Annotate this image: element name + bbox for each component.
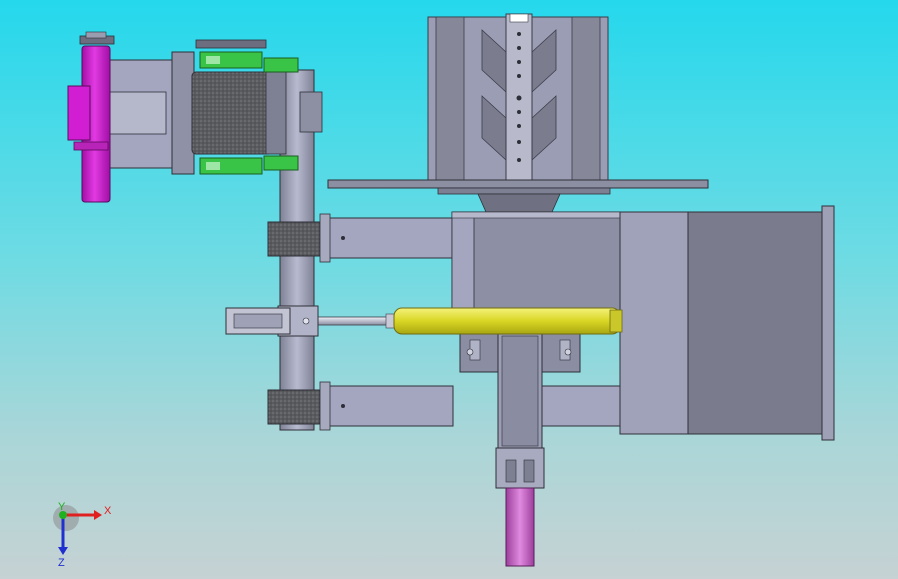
frame-box-front [619, 211, 691, 435]
bottom-clamp-highlight [206, 162, 220, 170]
roller-drive-assembly[interactable] [79, 31, 299, 175]
lower-roller [267, 389, 321, 425]
gripper-right-plate [571, 16, 601, 188]
post-clamp-slot-left [505, 459, 517, 483]
cylinder-end-cap [609, 309, 623, 333]
lower-arm-bolt [341, 404, 345, 408]
post-clamp [495, 447, 545, 489]
z-axis-label: Z [58, 557, 65, 569]
lower-arm-right [539, 385, 623, 427]
gripper-left-plate [435, 16, 465, 188]
bearing-bolt-left [466, 348, 474, 356]
bearing-bolt-right [564, 348, 572, 356]
frame-box-side [687, 211, 825, 435]
actuator-body-face [451, 211, 475, 313]
motor-gearbox [67, 85, 91, 141]
feed-roller [191, 71, 273, 155]
mounting-plate [327, 179, 709, 189]
motor-flange [73, 141, 109, 151]
lower-arm [327, 385, 454, 427]
shaft-top-block [299, 91, 323, 133]
feed-roller-end [265, 71, 287, 155]
clevis-pin [302, 317, 310, 325]
top-right-clamp [263, 57, 299, 73]
vertical-gripper-assembly[interactable] [327, 13, 709, 213]
upper-roller-flange [319, 213, 331, 263]
y-axis-label: Y [58, 501, 66, 513]
drive-motor[interactable] [67, 45, 111, 203]
cylinder-barrel [393, 307, 621, 335]
motor-shaft-cap [85, 31, 107, 39]
vertical-post-channel [501, 335, 539, 447]
actuator-body-top [451, 211, 623, 219]
post-clamp-slot-right [523, 459, 535, 483]
bottom-right-clamp [263, 155, 299, 171]
rotary-flange [477, 193, 561, 213]
lower-roller-flange [319, 381, 331, 431]
actuator-body [451, 211, 623, 313]
pneumatic-cylinder[interactable] [303, 307, 623, 335]
cad-assembly-drawing[interactable]: X Y Z [0, 0, 898, 579]
z-axis-head [58, 547, 68, 555]
mounting-plate-rim [437, 187, 611, 195]
upper-arm [327, 217, 454, 259]
coordinate-triad: X Y Z [53, 501, 112, 569]
gripper-center-bar [505, 13, 533, 190]
upper-roller [267, 221, 321, 257]
frame-end-plate [821, 205, 835, 441]
x-axis-label: X [104, 505, 112, 517]
upper-arm-bolt [341, 236, 345, 240]
gripper-center-cap [509, 13, 529, 23]
top-clamp-highlight [206, 56, 220, 64]
cad-viewport[interactable]: X Y Z [0, 0, 898, 579]
triad-origin-shadow [53, 505, 79, 531]
x-axis-head [94, 510, 102, 520]
drive-side-plate [171, 51, 195, 175]
clevis-slot [233, 313, 283, 329]
drive-frame-window [107, 91, 167, 135]
outlet-pipe [505, 487, 535, 567]
bearing-block-assembly[interactable] [459, 311, 581, 567]
drive-sprocket-top [195, 39, 267, 49]
